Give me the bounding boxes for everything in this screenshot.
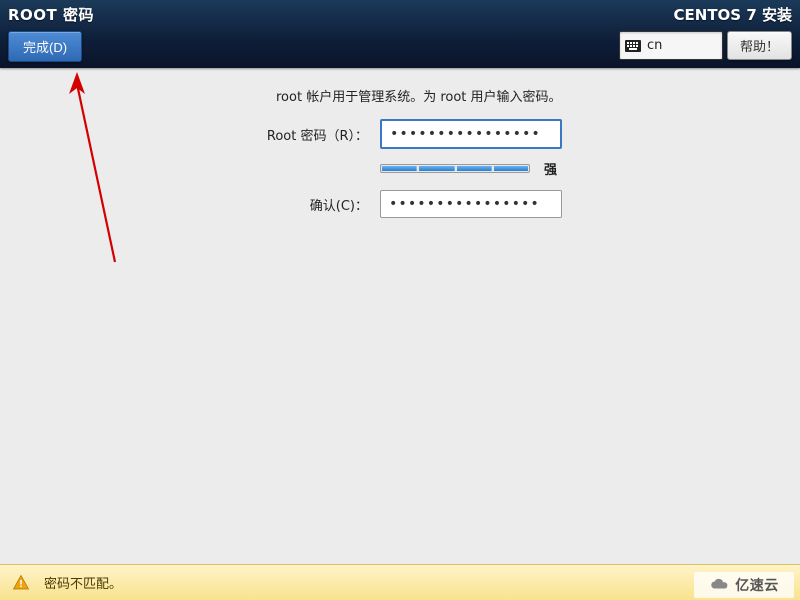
confirm-password-input[interactable] [380, 190, 562, 218]
keyboard-layout-indicator[interactable]: cn [619, 31, 723, 60]
watermark-text: 亿速云 [735, 575, 779, 595]
top-controls: cn 帮助！ [619, 31, 792, 60]
keyboard-icon [625, 40, 641, 52]
warning-icon [12, 574, 30, 592]
main-content: root 帐户用于管理系统。为 root 用户输入密码。 Root 密码（R）：… [0, 68, 800, 218]
strength-row: 强 [20, 159, 780, 178]
password-strength-label: 强 [544, 159, 557, 178]
installer-title: CENTOS 7 安装 [619, 4, 792, 25]
watermark: 亿速云 [694, 572, 794, 598]
password-label: Root 密码（R）： [20, 125, 380, 144]
confirm-label: 确认(C)： [20, 195, 380, 214]
header-right: CENTOS 7 安装 cn 帮助！ [619, 4, 792, 60]
cloud-icon [709, 578, 731, 592]
help-button[interactable]: 帮助！ [727, 31, 792, 60]
header-left: ROOT 密码 完成(D) [8, 4, 94, 62]
page-title: ROOT 密码 [8, 4, 94, 25]
confirm-row: 确认(C)： [20, 190, 780, 218]
warning-bar: 密码不匹配。 亿速云 [0, 564, 800, 600]
installer-header: ROOT 密码 完成(D) CENTOS 7 安装 cn 帮助！ [0, 0, 800, 68]
done-button[interactable]: 完成(D) [8, 31, 82, 62]
root-password-input[interactable] [380, 119, 562, 149]
password-strength-meter [380, 164, 530, 173]
warning-message: 密码不匹配。 [44, 573, 122, 592]
form-description: root 帐户用于管理系统。为 root 用户输入密码。 [276, 86, 780, 105]
password-row: Root 密码（R）： [20, 119, 780, 149]
keyboard-layout-code: cn [647, 38, 662, 53]
